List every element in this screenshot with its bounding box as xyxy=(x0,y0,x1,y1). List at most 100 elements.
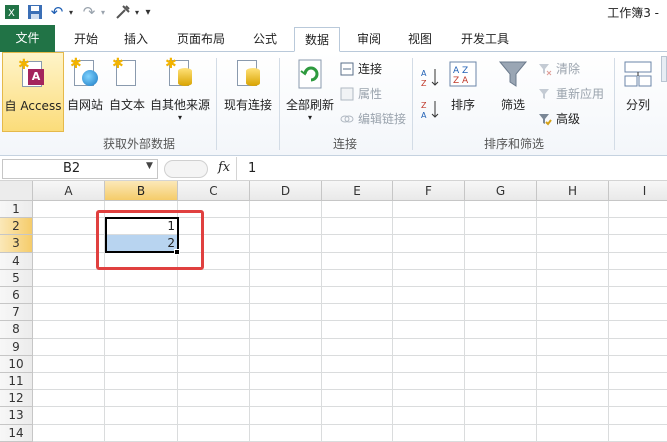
column-header-c[interactable]: C xyxy=(178,181,250,201)
tools-icon[interactable] xyxy=(113,2,133,22)
connections-icon xyxy=(340,62,354,76)
tab-review[interactable]: 审阅 xyxy=(347,27,391,52)
sort-descending-icon: ZA xyxy=(421,101,439,120)
row-header-3[interactable]: 3 xyxy=(0,235,33,253)
gridline-horizontal xyxy=(33,372,667,373)
redo-dropdown-icon[interactable]: ▾ xyxy=(98,2,108,22)
filter-icon xyxy=(498,58,528,90)
tab-formulas[interactable]: 公式 xyxy=(243,27,287,52)
row-header-2[interactable]: 2 xyxy=(0,218,33,236)
insert-function-button[interactable]: fx xyxy=(218,160,230,175)
tab-view[interactable]: 视图 xyxy=(398,27,442,52)
gridline-horizontal xyxy=(33,303,667,305)
row-header-6[interactable]: 6 xyxy=(0,287,33,305)
group-label-sort-filter: 排序和筛选 xyxy=(483,137,544,151)
row-header-4[interactable]: 4 xyxy=(0,252,33,270)
from-other-sources-button[interactable]: ✱ 自其他来源 ▾ xyxy=(148,52,212,122)
name-box-dropdown-icon[interactable]: ▼ xyxy=(146,161,153,171)
tools-dropdown-icon[interactable]: ▾ xyxy=(133,2,141,22)
clear-filter-icon xyxy=(538,62,552,76)
connections-button[interactable]: 连接 xyxy=(340,60,382,77)
excel-app-icon[interactable]: X xyxy=(4,2,20,22)
gridline-horizontal xyxy=(33,354,667,356)
sort-ascending-button[interactable]: AZ xyxy=(420,66,444,88)
svg-text:A: A xyxy=(421,69,427,78)
undo-icon[interactable]: ↶ xyxy=(48,2,66,22)
svg-text:Z: Z xyxy=(421,101,427,110)
filter-button[interactable]: 筛选 xyxy=(494,52,532,113)
column-header-a[interactable]: A xyxy=(33,181,105,201)
properties-icon xyxy=(340,87,354,101)
svg-text:Z A: Z A xyxy=(453,76,469,86)
row-header-5[interactable]: 5 xyxy=(0,269,33,287)
existing-connections-button[interactable]: 现有连接 xyxy=(220,52,276,113)
group-label-external-data: 获取外部数据 xyxy=(102,137,175,151)
window-title: 工作簿3 - xyxy=(607,6,659,20)
gridline-horizontal xyxy=(33,286,667,287)
tab-file[interactable]: 文件 xyxy=(0,25,55,52)
column-header-b[interactable]: B xyxy=(105,181,178,201)
advanced-filter-icon xyxy=(538,112,552,126)
gridline-horizontal xyxy=(33,423,667,425)
undo-dropdown-icon[interactable]: ▾ xyxy=(66,2,76,22)
tab-developer[interactable]: 开发工具 xyxy=(452,27,518,52)
gridline-horizontal xyxy=(33,337,667,339)
link-icon xyxy=(340,112,354,126)
tab-page-layout[interactable]: 页面布局 xyxy=(168,27,234,52)
row-header-9[interactable]: 9 xyxy=(0,338,33,356)
row-header-7[interactable]: 7 xyxy=(0,304,33,322)
row-header-13[interactable]: 13 xyxy=(0,407,33,425)
row-header-1[interactable]: 1 xyxy=(0,201,33,219)
column-header-h[interactable]: H xyxy=(537,181,609,201)
column-header-f[interactable]: F xyxy=(393,181,465,201)
worksheet-grid[interactable]: A B C D E F G H I 1 2 3 4 5 6 7 8 9 10 11 12 13 14 1 2 xyxy=(0,181,667,442)
name-box[interactable]: B2 xyxy=(2,159,158,179)
column-header-e[interactable]: E xyxy=(322,181,393,201)
column-header-i[interactable]: I xyxy=(609,181,667,201)
clear-filter-button[interactable]: 清除 xyxy=(538,60,580,77)
sort-button[interactable]: A ZZ A 排序 xyxy=(446,52,480,113)
save-icon[interactable] xyxy=(26,2,44,22)
row-header-12[interactable]: 12 xyxy=(0,390,33,408)
text-to-columns-icon xyxy=(623,58,653,90)
svg-text:Z: Z xyxy=(421,79,427,88)
refresh-all-button[interactable]: 全部刷新 ▾ xyxy=(284,52,336,122)
formula-input[interactable]: 1 xyxy=(248,161,256,176)
from-access-button[interactable]: ✱ A 自 Access xyxy=(2,52,64,132)
column-header-g[interactable]: G xyxy=(465,181,537,201)
tab-data[interactable]: 数据 xyxy=(294,27,340,52)
row-header-14[interactable]: 14 xyxy=(0,424,33,442)
redo-icon[interactable]: ↷ xyxy=(80,2,98,22)
formula-bar-handle[interactable] xyxy=(164,160,208,178)
other-sources-dropdown-icon: ▾ xyxy=(177,113,182,122)
edit-links-button[interactable]: 编辑链接 xyxy=(340,110,406,127)
customize-qat-icon[interactable]: ▾ xyxy=(143,2,153,22)
reapply-button[interactable]: 重新应用 xyxy=(538,85,604,102)
svg-text:A Z: A Z xyxy=(453,66,468,76)
advanced-filter-button[interactable]: 高级 xyxy=(538,110,580,127)
from-web-button[interactable]: ✱ 自网站 xyxy=(64,52,106,113)
refresh-dropdown-icon: ▾ xyxy=(307,113,312,122)
sort-descending-button[interactable]: ZA xyxy=(420,98,444,120)
tab-insert[interactable]: 插入 xyxy=(114,27,158,52)
sort-icon: A ZZ A xyxy=(448,58,478,90)
ribbon-separator xyxy=(614,58,615,150)
ribbon-data: ✱ A 自 Access ✱ 自网站 ✱ 自文本 ✱ 自其他来源 ▾ 现有连接 获… xyxy=(0,52,667,156)
remove-duplicates-icon[interactable] xyxy=(661,56,667,82)
web-icon: ✱ xyxy=(70,57,100,90)
tab-home[interactable]: 开始 xyxy=(64,27,108,52)
column-header-d[interactable]: D xyxy=(250,181,322,201)
formula-bar: B2 ▼ fx 1 xyxy=(0,157,667,181)
gridline-horizontal xyxy=(33,406,667,408)
reapply-icon xyxy=(538,87,552,101)
annotation-highlight-box xyxy=(96,210,204,270)
row-header-8[interactable]: 8 xyxy=(0,321,33,339)
text-to-columns-button[interactable]: 分列 xyxy=(618,52,658,113)
row-header-11[interactable]: 11 xyxy=(0,373,33,391)
properties-button[interactable]: 属性 xyxy=(340,85,382,102)
from-text-button[interactable]: ✱ 自文本 xyxy=(106,52,148,113)
sort-ascending-icon: AZ xyxy=(421,69,439,88)
select-all-button[interactable] xyxy=(0,181,33,201)
row-header-10[interactable]: 10 xyxy=(0,355,33,373)
quick-access-toolbar: X ↶ ▾ ↷ ▾ ▾ ▾ 工作簿3 - xyxy=(0,0,667,24)
